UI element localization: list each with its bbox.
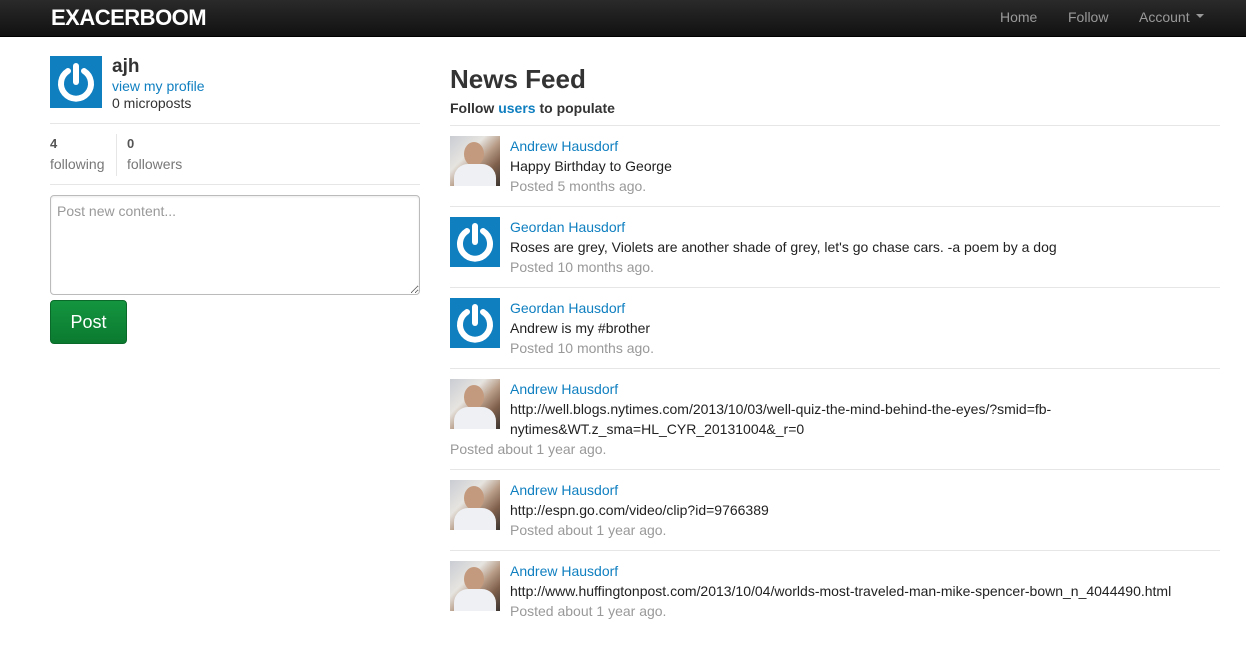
power-icon [457,223,493,262]
divider [50,184,420,185]
nav-account-label: Account [1139,9,1190,25]
users-link[interactable]: users [498,100,535,116]
feed-item-content-line: Roses are grey, Violets are another shad… [510,239,1057,255]
feed-item-user-link[interactable]: Andrew Hausdorf [510,381,618,397]
nav-home-link[interactable]: Home [1000,9,1037,25]
feed-item-user-link[interactable]: Andrew Hausdorf [510,482,618,498]
feed-item-user-link[interactable]: Andrew Hausdorf [510,563,618,579]
power-icon [457,304,493,343]
nav-follow-link[interactable]: Follow [1068,9,1108,25]
feed-item-avatar[interactable] [450,480,500,530]
feed-item-content: Andrew is my #brother [510,318,650,338]
feed-item-avatar[interactable] [450,136,500,186]
feed-item-avatar[interactable] [450,379,500,429]
feed-subtitle-suffix: to populate [539,100,615,116]
feed-item-content-line: Happy Birthday to George [510,158,672,174]
feed-item-content-line: nytimes&WT.z_sma=HL_CYR_20131004&_r=0 [510,421,805,437]
top-navbar: EXACERBOOM Home Follow Account [0,0,1246,37]
feed-item-timestamp: Posted 5 months ago. [510,178,647,194]
feed-item: Andrew Hausdorf http://espn.go.com/video/… [450,469,1220,550]
feed-item-content: http://www.huffingtonpost.com/2013/10/04… [510,581,1171,601]
nav-account-dropdown[interactable]: Account [1139,9,1204,25]
brand-logo[interactable]: EXACERBOOM [51,5,207,31]
feed-item-user-link[interactable]: Andrew Hausdorf [510,138,618,154]
feed-subtitle-prefix: Follow [450,100,495,116]
feed-item-timestamp: Posted 10 months ago. [510,259,654,275]
feed-subtitle: Follow users to populate [450,100,615,116]
following-count[interactable]: 4 [50,136,57,151]
feed-item-avatar[interactable] [450,561,500,611]
post-button[interactable]: Post [50,300,127,344]
stats-separator [116,134,117,176]
feed-item-user-link[interactable]: Geordan Hausdorf [510,300,625,316]
feed-item-timestamp: Posted about 1 year ago. [450,441,607,457]
feed-item-content-line: http://www.huffingtonpost.com/2013/10/04… [510,583,1172,599]
feed-item-content: http://well.blogs.nytimes.com/2013/10/03… [510,399,1051,439]
micropost-count: 0 microposts [112,95,192,111]
feed-item-timestamp: Posted 10 months ago. [510,340,654,356]
feed-title: News Feed [450,64,586,94]
feed-item-avatar[interactable] [450,217,500,267]
followers-label[interactable]: followers [127,156,182,172]
power-icon [58,63,94,102]
feed-item-user-link[interactable]: Geordan Hausdorf [510,219,625,235]
caret-down-icon [1195,14,1204,19]
divider [50,123,420,124]
feed-item-content: Roses are grey, Violets are another shad… [510,237,1057,257]
feed-item-timestamp: Posted about 1 year ago. [510,603,667,619]
post-content-input[interactable] [50,195,420,295]
user-name: ajh [112,56,140,77]
feed-item-content: Happy Birthday to George [510,156,672,176]
feed-item: Geordan Hausdorf Roses are grey, Violets … [450,206,1220,287]
feed-item: Andrew Hausdorf http://www.huffingtonpost… [450,550,1220,631]
following-label[interactable]: following [50,156,104,172]
feed-item-content-line: http://well.blogs.nytimes.com/2013/10/03… [510,401,1052,417]
feed-item-content-line: Andrew is my #brother [510,320,651,336]
feed-item-avatar[interactable] [450,298,500,348]
view-profile-link[interactable]: view my profile [112,78,205,94]
feed-item-content-line: http://espn.go.com/video/clip?id=9766389 [510,502,769,518]
followers-count[interactable]: 0 [127,136,134,151]
feed-item: Geordan Hausdorf Andrew is my #brother Pos… [450,287,1220,368]
feed-item-content: http://espn.go.com/video/clip?id=9766389 [510,500,769,520]
feed-item-timestamp: Posted about 1 year ago. [510,522,667,538]
feed-item: Andrew Hausdorf Happy Birthday to George P… [450,125,1220,206]
feed-item: Andrew Hausdorf http://well.blogs.nytimes… [450,368,1220,469]
user-avatar[interactable] [50,56,102,108]
